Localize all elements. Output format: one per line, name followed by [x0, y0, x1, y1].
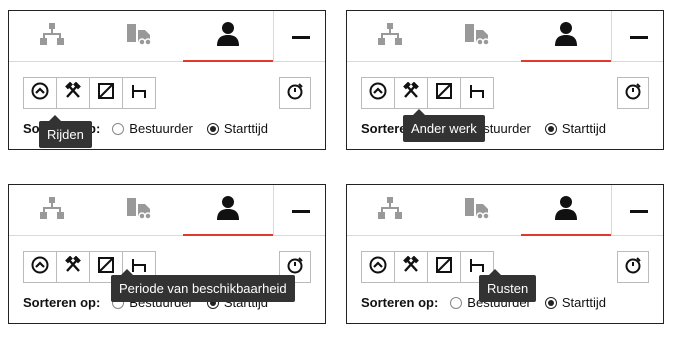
tab-driver[interactable]	[521, 185, 611, 236]
tab-hierarchy[interactable]	[347, 11, 433, 61]
activity-filter-group	[23, 77, 156, 109]
activity-filter-group	[361, 77, 494, 109]
other-work-icon	[402, 81, 420, 105]
availability-icon	[435, 82, 453, 105]
tab-hierarchy[interactable]	[9, 185, 95, 235]
other-work-icon	[64, 81, 82, 105]
person-icon	[216, 195, 240, 226]
stopwatch-icon	[285, 81, 305, 106]
driver-panel: Sorteren op: Bestuurder Starttijd Rusten	[346, 184, 664, 324]
radio-starttijd[interactable]	[544, 296, 557, 309]
sort-option-label: Starttijd	[561, 121, 606, 136]
tab-truck[interactable]	[95, 11, 183, 61]
rest-filter-button[interactable]	[461, 78, 493, 108]
timer-button[interactable]	[279, 77, 311, 109]
driver-panel: Sorteren op: Bestuurder Starttijd Ander …	[346, 10, 664, 150]
other-work-filter-button[interactable]	[57, 252, 90, 282]
truck-icon	[463, 196, 491, 225]
radio-starttijd[interactable]	[206, 122, 219, 135]
truck-icon	[125, 196, 153, 225]
stopwatch-icon	[623, 255, 643, 280]
tooltip: Ander werk	[403, 109, 485, 142]
availability-icon	[97, 82, 115, 105]
driving-icon	[31, 82, 49, 105]
tab-bar	[9, 185, 325, 236]
hierarchy-icon	[39, 22, 65, 51]
driving-icon	[31, 256, 49, 279]
tab-bar	[9, 11, 325, 62]
tab-minimize[interactable]	[611, 185, 665, 235]
sort-row: Sorteren op: Bestuurder Starttijd	[361, 121, 620, 136]
availability-filter-button[interactable]	[428, 78, 461, 108]
person-icon	[554, 21, 578, 52]
tooltip: Periode van beschikbaarheid	[111, 269, 295, 302]
tab-truck[interactable]	[433, 185, 521, 235]
rest-icon	[130, 82, 148, 105]
minus-icon	[629, 27, 648, 45]
minus-icon	[629, 201, 648, 219]
timer-button[interactable]	[617, 251, 649, 283]
person-icon	[554, 195, 578, 226]
driving-filter-button[interactable]	[362, 252, 395, 282]
tab-truck[interactable]	[433, 11, 521, 61]
sort-option-starttijd[interactable]: Starttijd	[206, 121, 268, 136]
sort-label: Sorteren op:	[361, 295, 439, 310]
driving-icon	[369, 82, 387, 105]
radio-bestuurder[interactable]	[450, 296, 463, 309]
truck-icon	[125, 22, 153, 51]
tab-driver[interactable]	[183, 11, 273, 62]
driver-panel: Sorteren op: Bestuurder Starttijd Rijden	[8, 10, 326, 150]
other-work-filter-button[interactable]	[57, 78, 90, 108]
availability-icon	[435, 256, 453, 279]
tab-driver[interactable]	[521, 11, 611, 62]
availability-filter-button[interactable]	[428, 252, 461, 282]
other-work-icon	[64, 255, 82, 279]
radio-starttijd[interactable]	[544, 122, 557, 135]
sort-option-label: Starttijd	[561, 295, 606, 310]
sort-option-bestuurder[interactable]: Bestuurder	[112, 121, 193, 136]
rest-filter-button[interactable]	[123, 78, 155, 108]
sort-label: Sorteren op:	[23, 295, 101, 310]
driver-panel: Sorteren op: Bestuurder Starttijd Period…	[8, 184, 326, 324]
timer-button[interactable]	[617, 77, 649, 109]
hierarchy-icon	[377, 196, 403, 225]
radio-bestuurder[interactable]	[112, 122, 125, 135]
other-work-filter-button[interactable]	[395, 78, 428, 108]
other-work-icon	[402, 255, 420, 279]
driving-filter-button[interactable]	[362, 78, 395, 108]
driving-filter-button[interactable]	[24, 78, 57, 108]
activity-filter-group	[361, 251, 494, 283]
tab-truck[interactable]	[95, 185, 183, 235]
tab-hierarchy[interactable]	[347, 185, 433, 235]
sort-option-starttijd[interactable]: Starttijd	[544, 121, 606, 136]
other-work-filter-button[interactable]	[395, 252, 428, 282]
stopwatch-icon	[623, 81, 643, 106]
tab-bar	[347, 185, 663, 236]
hierarchy-icon	[377, 22, 403, 51]
tooltip: Rijden	[39, 115, 92, 148]
minus-icon	[291, 27, 310, 45]
tab-minimize[interactable]	[273, 11, 327, 61]
hierarchy-icon	[39, 196, 65, 225]
person-icon	[216, 21, 240, 52]
tab-minimize[interactable]	[611, 11, 665, 61]
tab-minimize[interactable]	[273, 185, 327, 235]
minus-icon	[291, 201, 310, 219]
rest-icon	[468, 82, 486, 105]
tab-hierarchy[interactable]	[9, 11, 95, 61]
sort-option-label: Bestuurder	[129, 121, 193, 136]
tab-bar	[347, 11, 663, 62]
sort-option-label: Starttijd	[223, 121, 268, 136]
tab-driver[interactable]	[183, 185, 273, 236]
driving-filter-button[interactable]	[24, 252, 57, 282]
availability-filter-button[interactable]	[90, 78, 123, 108]
sort-option-starttijd[interactable]: Starttijd	[544, 295, 606, 310]
truck-icon	[463, 22, 491, 51]
driving-icon	[369, 256, 387, 279]
tooltip: Rusten	[479, 269, 537, 302]
